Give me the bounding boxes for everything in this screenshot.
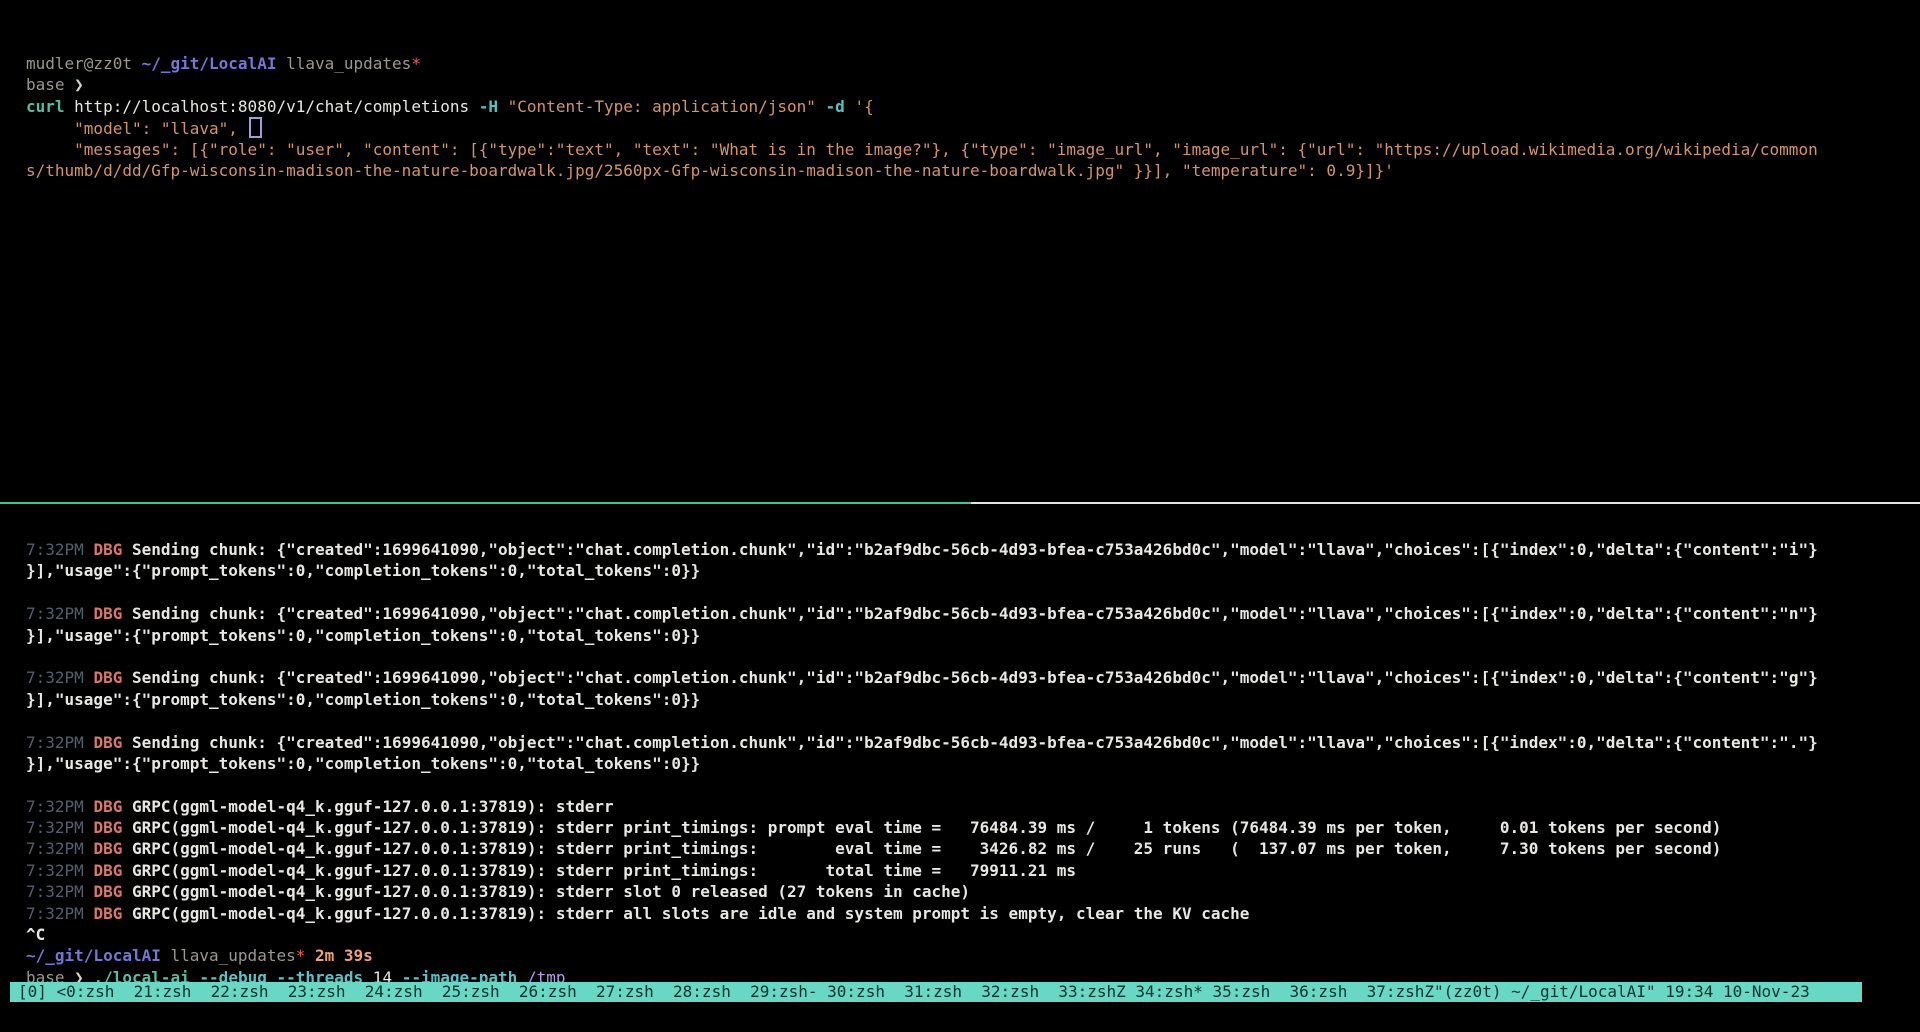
terminal-screen: mudler@zz0t ~/_git/LocalAI llava_updates… xyxy=(0,0,1920,1032)
log-chunk-usage: }],"usage":{"prompt_tokens":0,"completio… xyxy=(26,754,700,773)
log-timestamp: 7:32PM xyxy=(26,861,93,880)
log-level: DBG xyxy=(93,733,132,752)
terminal-line: 7:32PM DBG GRPC(ggml-model-q4_k.gguf-127… xyxy=(26,817,1920,838)
log-level: DBG xyxy=(93,604,132,623)
terminal-line xyxy=(26,582,1920,603)
command-header-value: "Content-Type: application/json" xyxy=(498,97,816,116)
terminal-line: ^C xyxy=(26,924,1920,945)
prompt-git-branch: llava_updates xyxy=(161,946,296,965)
log-chunk-usage: }],"usage":{"prompt_tokens":0,"completio… xyxy=(26,690,700,709)
terminal-line: 7:32PM DBG Sending chunk: {"created":169… xyxy=(26,603,1920,624)
terminal-line: }],"usage":{"prompt_tokens":0,"completio… xyxy=(26,625,1920,646)
log-level: DBG xyxy=(93,904,132,923)
tmux-window-list: [0] <0:zsh 21:zsh 22:zsh 23:zsh 24:zsh 2… xyxy=(18,982,1810,1001)
terminal-line: 7:32PM DBG GRPC(ggml-model-q4_k.gguf-127… xyxy=(26,903,1920,924)
log-prompt-eval-time: GRPC(ggml-model-q4_k.gguf-127.0.0.1:3781… xyxy=(132,818,1721,837)
log-timestamp: 7:32PM xyxy=(26,818,93,837)
log-chunk-dot: Sending chunk: {"created":1699641090,"ob… xyxy=(132,733,1818,752)
terminal-line: 7:32PM DBG GRPC(ggml-model-q4_k.gguf-127… xyxy=(26,881,1920,902)
log-chunk-i: Sending chunk: {"created":1699641090,"ob… xyxy=(132,540,1818,559)
log-chunk-usage: }],"usage":{"prompt_tokens":0,"completio… xyxy=(26,626,700,645)
prompt-duration: 2m 39s xyxy=(305,946,372,965)
terminal-line: 7:32PM DBG GRPC(ggml-model-q4_k.gguf-127… xyxy=(26,860,1920,881)
log-timestamp: 7:32PM xyxy=(26,904,93,923)
log-level: DBG xyxy=(93,861,132,880)
log-timestamp: 7:32PM xyxy=(26,604,93,623)
log-level: DBG xyxy=(93,839,132,858)
command-body-messages: "messages": [{"role": "user", "content":… xyxy=(26,140,1818,159)
log-level: DBG xyxy=(93,540,132,559)
terminal-line: 7:32PM DBG Sending chunk: {"created":169… xyxy=(26,667,1920,688)
log-timestamp: 7:32PM xyxy=(26,839,93,858)
prompt-path: ~/_git/LocalAI xyxy=(26,946,161,965)
terminal-line: }],"usage":{"prompt_tokens":0,"completio… xyxy=(26,753,1920,774)
terminal-line: mudler@zz0t ~/_git/LocalAI llava_updates… xyxy=(26,53,1920,74)
prompt-user-host: mudler@zz0t xyxy=(26,54,142,73)
terminal-line: base ❯ xyxy=(26,74,1920,95)
pane-debug-log[interactable]: 7:32PM DBG Sending chunk: {"created":169… xyxy=(0,504,1920,980)
command-flag-data: -d xyxy=(816,97,845,116)
command-body-start: '{ xyxy=(845,97,874,116)
log-grpc-stderr: GRPC(ggml-model-q4_k.gguf-127.0.0.1:3781… xyxy=(132,797,614,816)
prompt-chevron: ❯ xyxy=(74,75,84,94)
log-timestamp: 7:32PM xyxy=(26,733,93,752)
log-level: DBG xyxy=(93,882,132,901)
terminal-cursor xyxy=(249,117,262,138)
log-total-time: GRPC(ggml-model-q4_k.gguf-127.0.0.1:3781… xyxy=(132,861,1076,880)
terminal-line: 7:32PM DBG Sending chunk: {"created":169… xyxy=(26,539,1920,560)
terminal-line: 7:32PM DBG Sending chunk: {"created":169… xyxy=(26,732,1920,753)
terminal-line: ~/_git/LocalAI llava_updates* 2m 39s xyxy=(26,945,1920,966)
log-eval-time: GRPC(ggml-model-q4_k.gguf-127.0.0.1:3781… xyxy=(132,839,1721,858)
terminal-line xyxy=(26,710,1920,731)
log-level: DBG xyxy=(93,797,132,816)
terminal-line: 7:32PM DBG GRPC(ggml-model-q4_k.gguf-127… xyxy=(26,796,1920,817)
prompt-path: ~/_git/LocalAI xyxy=(142,54,277,73)
log-slots-idle: GRPC(ggml-model-q4_k.gguf-127.0.0.1:3781… xyxy=(132,904,1249,923)
terminal-line: curl http://localhost:8080/v1/chat/compl… xyxy=(26,96,1920,117)
log-chunk-usage: }],"usage":{"prompt_tokens":0,"completio… xyxy=(26,561,700,580)
log-chunk-n: Sending chunk: {"created":1699641090,"ob… xyxy=(132,604,1818,623)
prompt-git-dirty-flag: * xyxy=(296,946,306,965)
command-flag-header: -H xyxy=(479,97,498,116)
command-body-model: "model": "llava", xyxy=(26,119,248,138)
log-timestamp: 7:32PM xyxy=(26,540,93,559)
terminal-line: s/thumb/d/dd/Gfp-wisconsin-madison-the-n… xyxy=(26,160,1920,181)
terminal-line: "model": "llava", xyxy=(26,117,1920,138)
log-level: DBG xyxy=(93,668,132,687)
terminal-line xyxy=(26,774,1920,795)
tmux-status-bar[interactable]: [0] <0:zsh 21:zsh 22:zsh 23:zsh 24:zsh 2… xyxy=(10,982,1862,1002)
log-timestamp: 7:32PM xyxy=(26,668,93,687)
log-slot-released: GRPC(ggml-model-q4_k.gguf-127.0.0.1:3781… xyxy=(132,882,970,901)
command-body-wrap: s/thumb/d/dd/Gfp-wisconsin-madison-the-n… xyxy=(26,161,1394,180)
sigint-echo: ^C xyxy=(26,925,45,944)
terminal-line: }],"usage":{"prompt_tokens":0,"completio… xyxy=(26,689,1920,710)
terminal-line: }],"usage":{"prompt_tokens":0,"completio… xyxy=(26,560,1920,581)
terminal-line: 7:32PM DBG GRPC(ggml-model-q4_k.gguf-127… xyxy=(26,838,1920,859)
log-timestamp: 7:32PM xyxy=(26,797,93,816)
prompt-git-dirty-flag: * xyxy=(411,54,421,73)
prompt-git-branch: llava_updates xyxy=(276,54,411,73)
log-level: DBG xyxy=(93,818,132,837)
prompt-conda-env: base xyxy=(26,75,74,94)
terminal-line xyxy=(26,646,1920,667)
terminal-line: "messages": [{"role": "user", "content":… xyxy=(26,139,1920,160)
log-chunk-g: Sending chunk: {"created":1699641090,"ob… xyxy=(132,668,1818,687)
command-curl: curl xyxy=(26,97,65,116)
pane-curl-command[interactable]: mudler@zz0t ~/_git/LocalAI llava_updates… xyxy=(0,0,1920,502)
command-url: http://localhost:8080/v1/chat/completion… xyxy=(65,97,479,116)
log-timestamp: 7:32PM xyxy=(26,882,93,901)
